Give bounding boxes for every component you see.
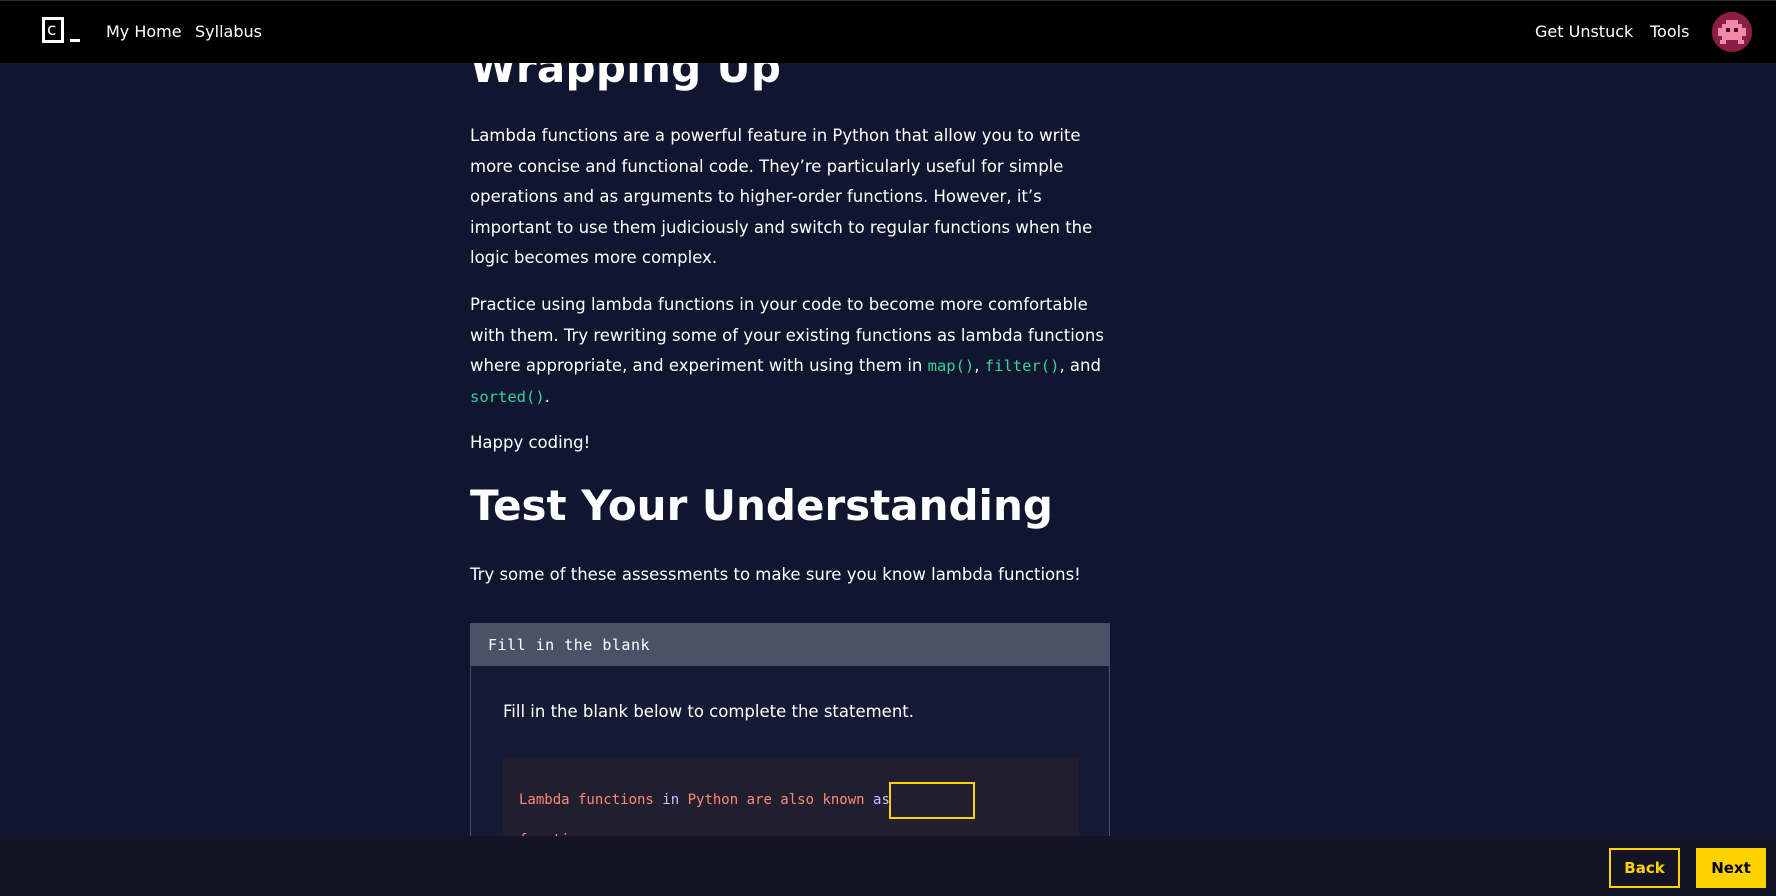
logo-underscore-icon [70, 39, 80, 42]
next-button[interactable]: Next [1696, 848, 1766, 888]
back-button[interactable]: Back [1609, 848, 1680, 888]
code-filter: filter() [984, 357, 1060, 375]
avatar[interactable] [1712, 12, 1752, 52]
assessment-card: Fill in the blank Fill in the blank belo… [470, 623, 1110, 878]
top-navbar: c My Home Syllabus Get Unstuck Tools [0, 0, 1776, 63]
blank-drop-target[interactable] [889, 782, 975, 819]
period-text: . [544, 386, 550, 406]
code-token: Lambda functions [519, 792, 654, 808]
paragraph-summary: Lambda functions are a powerful feature … [470, 126, 1093, 267]
code-line-1: Lambda functions in Python are also know… [519, 792, 890, 808]
assessment-instruction: Fill in the blank below to complete the … [503, 702, 915, 721]
code-token: Python are also known [687, 792, 865, 808]
and-text: , and [1059, 356, 1101, 375]
code-map: map() [927, 357, 975, 375]
comma-text: , [974, 356, 985, 375]
bottom-navigation-bar: Back Next [0, 836, 1776, 896]
logo-letter: c [47, 20, 57, 40]
codecademy-logo[interactable]: c [42, 17, 82, 49]
nav-syllabus[interactable]: Syllabus [195, 22, 262, 41]
code-sorted: sorted() [470, 387, 545, 406]
paragraph-practice: Practice using lambda functions in your … [470, 290, 1115, 412]
code-token: as [873, 792, 890, 808]
code-token: in [662, 792, 680, 808]
assessment-header: Fill in the blank [471, 624, 1109, 666]
paragraph-test-intro: Try some of these assessments to make su… [470, 565, 1081, 584]
paragraph-happy-coding: Happy coding! [470, 433, 591, 452]
pixel-alien-icon [1712, 12, 1752, 52]
section-heading-test: Test Your Understanding [470, 481, 1053, 530]
nav-my-home[interactable]: My Home [106, 22, 182, 41]
nav-get-unstuck[interactable]: Get Unstuck [1535, 22, 1633, 41]
nav-tools[interactable]: Tools [1650, 22, 1689, 41]
